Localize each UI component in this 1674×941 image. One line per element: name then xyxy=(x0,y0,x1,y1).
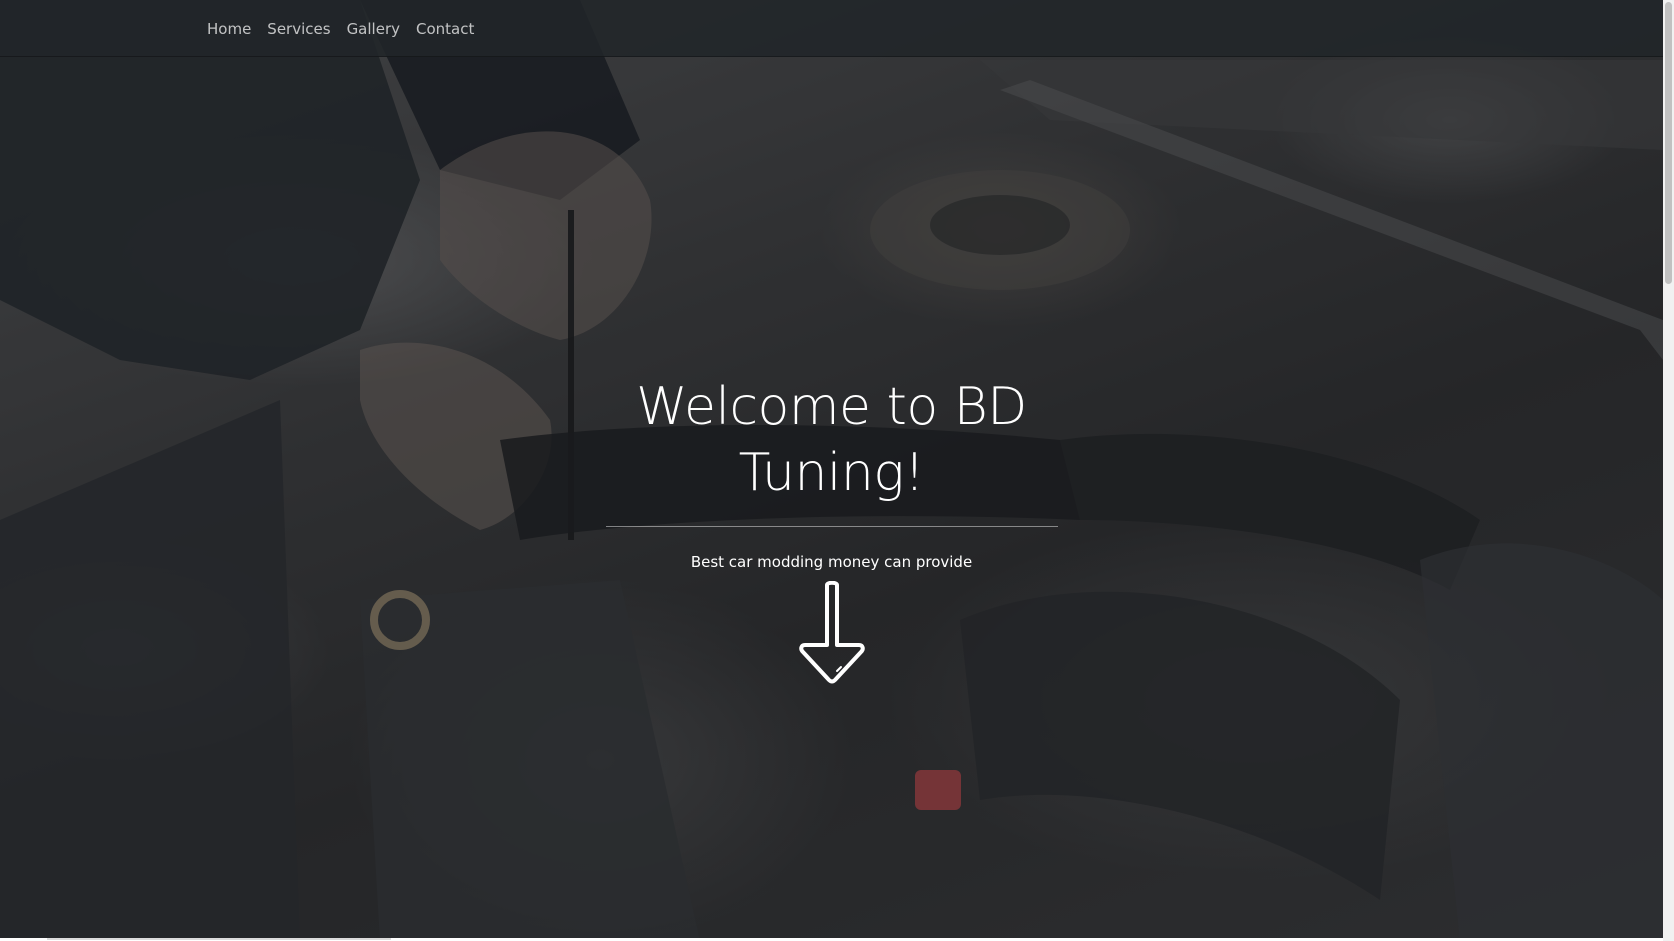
nav-item-contact: Contact xyxy=(416,19,474,38)
nav-item-gallery: Gallery xyxy=(347,19,400,38)
hero-tagline: Best car modding money can provide xyxy=(690,553,973,571)
page-bottom-mark xyxy=(47,938,391,940)
top-navbar: Home Services Gallery Contact xyxy=(0,0,1663,57)
page: Home Services Gallery Contact Welcome to… xyxy=(0,0,1663,941)
nav-item-services: Services xyxy=(267,19,330,38)
nav-link-gallery[interactable]: Gallery xyxy=(347,20,400,38)
nav-item-home: Home xyxy=(207,19,251,38)
nav-link-contact[interactable]: Contact xyxy=(416,20,474,38)
nav-link-services[interactable]: Services xyxy=(267,20,330,38)
vertical-scrollbar[interactable] xyxy=(1663,0,1674,941)
scroll-down-button[interactable] xyxy=(797,580,867,685)
hero-divider xyxy=(605,526,1058,527)
nav-link-home[interactable]: Home xyxy=(207,20,251,38)
scrollbar-thumb[interactable] xyxy=(1665,2,1672,284)
nav-menu: Home Services Gallery Contact xyxy=(207,0,474,56)
arrow-down-icon xyxy=(798,580,865,684)
hero-title: Welcome to BD Tuning! xyxy=(636,377,1027,503)
hero-content: Welcome to BD Tuning! Best car modding m… xyxy=(0,374,1663,685)
